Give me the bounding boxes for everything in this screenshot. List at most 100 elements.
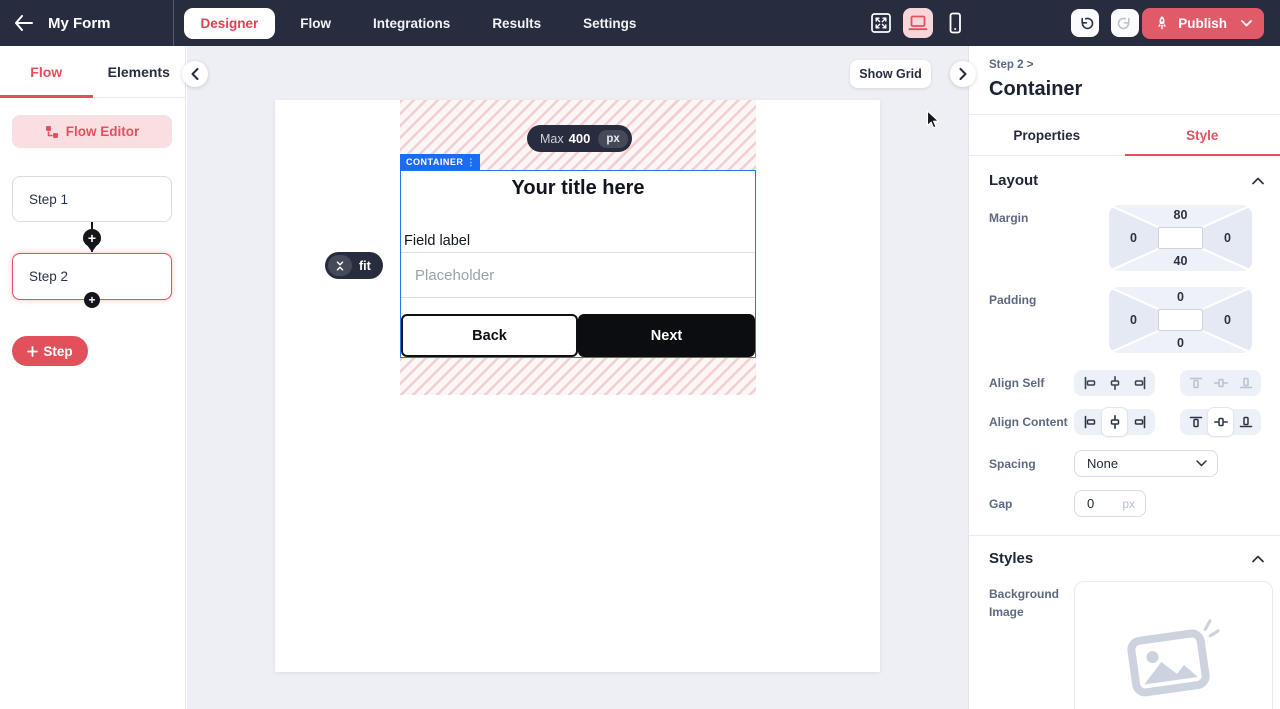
left-sidebar: Flow Elements Flow Editor Step 1 + Step … [0, 46, 186, 709]
fit-label: fit [352, 259, 380, 273]
publish-label: Publish [1178, 16, 1227, 31]
redo-button[interactable] [1111, 9, 1139, 37]
align-content-row: Align Content [989, 409, 1264, 435]
section-divider [969, 535, 1280, 536]
phone-icon [945, 11, 965, 35]
padding-label: Padding [989, 287, 1074, 353]
container-tag[interactable]: CONTAINER ⋮ [400, 154, 480, 170]
align-self-right-button[interactable] [1127, 372, 1152, 394]
rocket-icon [1154, 15, 1170, 31]
tab-integrations[interactable]: Integrations [356, 8, 467, 39]
show-grid-button[interactable]: Show Grid [850, 60, 931, 88]
margin-center-input[interactable] [1158, 227, 1203, 249]
chevron-down-icon [1241, 20, 1252, 27]
step-2-label: Step 2 [29, 269, 68, 284]
mobile-view-button[interactable] [940, 8, 970, 38]
fit-height-badge[interactable]: fit [325, 252, 383, 279]
align-self-center-v-button[interactable] [1208, 372, 1233, 394]
padding-top-value[interactable]: 0 [1158, 290, 1203, 304]
breadcrumb[interactable]: Step 2 > [969, 46, 1280, 71]
publish-button[interactable]: Publish [1142, 8, 1264, 39]
align-content-bottom-button[interactable] [1233, 411, 1258, 433]
preview-next-button[interactable]: Next [578, 314, 755, 357]
margin-bottom-value[interactable]: 40 [1158, 254, 1203, 268]
flow-editor-icon [45, 125, 59, 139]
insert-step-between-button[interactable]: + [83, 229, 101, 247]
collapse-sidebar-button[interactable] [182, 61, 208, 87]
flow-editor-label: Flow Editor [66, 124, 140, 139]
drag-handle-icon[interactable]: ⋮ [466, 158, 476, 167]
form-page[interactable]: Max 400 px fit CONTAINER ⋮ Your title he… [275, 100, 880, 672]
preview-field-label[interactable]: Field label [404, 233, 470, 249]
collapse-inspector-button[interactable] [950, 61, 976, 87]
selected-container[interactable]: Your title here Field label Placeholder … [400, 170, 756, 358]
step-1-label: Step 1 [29, 192, 68, 207]
sidebar-tab-flow[interactable]: Flow [0, 46, 93, 97]
tab-style[interactable]: Style [1125, 115, 1280, 155]
undo-button[interactable] [1071, 9, 1099, 37]
align-self-center-h-button[interactable] [1102, 372, 1127, 394]
inspector-title: Container [969, 71, 1280, 101]
tab-settings[interactable]: Settings [566, 8, 653, 39]
tab-designer[interactable]: Designer [184, 8, 276, 39]
sidebar-tabs: Flow Elements [0, 46, 185, 98]
sidebar-tab-elements[interactable]: Elements [93, 46, 186, 97]
padding-row: Padding 0 0 0 0 [989, 287, 1264, 353]
publish-dropdown[interactable] [1241, 20, 1252, 27]
spacing-row: Spacing None [989, 450, 1264, 477]
padding-left-value[interactable]: 0 [1109, 313, 1158, 327]
back-button[interactable] [0, 0, 46, 46]
margin-box-control[interactable]: 80 0 0 40 [1109, 205, 1252, 271]
align-self-bottom-button[interactable] [1233, 372, 1258, 394]
chevron-down-icon [1196, 460, 1207, 467]
padding-right-value[interactable]: 0 [1203, 313, 1252, 327]
padding-bottom-value[interactable]: 0 [1158, 336, 1203, 350]
tab-results[interactable]: Results [475, 8, 558, 39]
step-card-1[interactable]: Step 1 [12, 176, 172, 222]
add-step-button[interactable]: Step [12, 336, 88, 366]
align-self-vertical-group [1180, 370, 1261, 396]
max-width-value: 400 [569, 131, 591, 146]
padding-center-input[interactable] [1158, 309, 1203, 331]
flow-editor-button[interactable]: Flow Editor [12, 115, 172, 148]
align-content-left-button[interactable] [1077, 411, 1102, 433]
margin-label: Margin [989, 205, 1074, 271]
align-content-center-h-button[interactable] [1102, 408, 1127, 436]
align-content-vertical-group [1180, 409, 1261, 435]
align-content-horizontal-group [1074, 409, 1155, 435]
gap-input[interactable]: 0 px [1074, 490, 1146, 517]
spacing-select[interactable]: None [1074, 450, 1218, 477]
align-self-left-button[interactable] [1077, 372, 1102, 394]
preview-input-field[interactable]: Placeholder [401, 252, 755, 298]
redo-icon [1117, 15, 1134, 32]
margin-left-value[interactable]: 0 [1109, 231, 1158, 245]
margin-top-value[interactable]: 80 [1158, 208, 1203, 222]
styles-section-header[interactable]: Styles [989, 550, 1264, 567]
background-image-picker[interactable] [1074, 581, 1273, 709]
tab-flow[interactable]: Flow [283, 8, 348, 39]
align-content-center-v-button[interactable] [1208, 408, 1233, 436]
preview-title[interactable]: Your title here [401, 177, 755, 200]
max-width-badge[interactable]: Max 400 px [527, 125, 632, 152]
margin-hatch-bottom [400, 358, 756, 395]
align-content-top-button[interactable] [1183, 411, 1208, 433]
history-group [1071, 9, 1139, 37]
inspector-panel: Step 2 > Container Properties Style Layo… [968, 46, 1280, 709]
margin-row: Margin 80 0 0 40 [989, 205, 1264, 271]
tab-properties[interactable]: Properties [969, 115, 1125, 155]
fullscreen-button[interactable] [866, 8, 896, 38]
spacing-label: Spacing [989, 455, 1074, 473]
layout-section-header[interactable]: Layout [989, 172, 1264, 189]
show-grid-label: Show Grid [859, 67, 922, 81]
desktop-view-button[interactable] [903, 8, 933, 38]
background-image-row: Background Image [989, 581, 1264, 709]
padding-box-control[interactable]: 0 0 0 0 [1109, 287, 1252, 353]
align-self-horizontal-group [1074, 370, 1155, 396]
preview-placeholder: Placeholder [415, 267, 494, 284]
align-self-top-button[interactable] [1183, 372, 1208, 394]
align-self-label: Align Self [989, 374, 1074, 392]
align-content-right-button[interactable] [1127, 411, 1152, 433]
add-step-after-button[interactable]: + [84, 292, 100, 308]
preview-back-button[interactable]: Back [401, 314, 578, 357]
margin-right-value[interactable]: 0 [1203, 231, 1252, 245]
